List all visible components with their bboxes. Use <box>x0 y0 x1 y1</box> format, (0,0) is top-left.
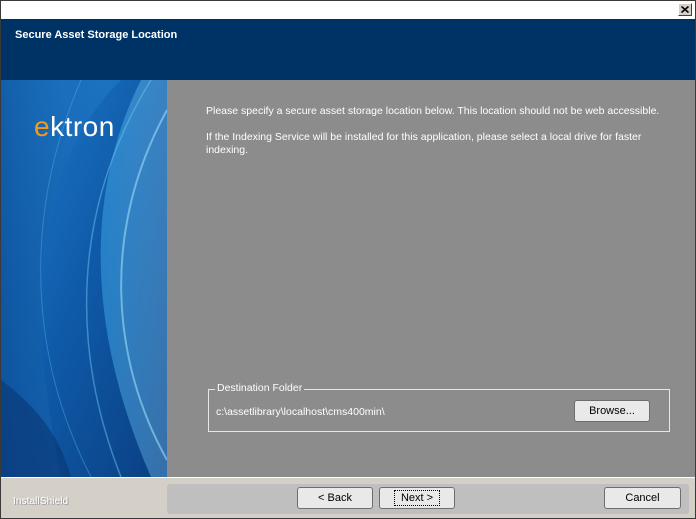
next-button-label: Next > <box>393 490 441 506</box>
destination-path: c:\assetlibrary\localhost\cms400min\ <box>216 406 385 418</box>
dialog-footer: InstallShield < Back Next > Cancel <box>1 477 695 518</box>
description-text-2: If the Indexing Service will be installe… <box>206 131 642 156</box>
next-button[interactable]: Next > <box>379 487 455 509</box>
back-button[interactable]: < Back <box>297 487 373 509</box>
close-button[interactable] <box>678 3 692 16</box>
side-banner: ektron <box>1 80 167 477</box>
cancel-button[interactable]: Cancel <box>604 487 681 509</box>
browse-button-label: Browse... <box>589 405 635 417</box>
back-button-label: < Back <box>318 492 352 504</box>
dialog-header: Secure Asset Storage Location <box>1 19 695 80</box>
browse-button[interactable]: Browse... <box>574 400 650 422</box>
installer-window: Secure Asset Storage Location ektron Ple… <box>0 0 696 519</box>
page-title: Secure Asset Storage Location <box>15 29 178 41</box>
ektron-logo: ektron <box>34 111 115 142</box>
banner-artwork: ektron <box>1 80 167 477</box>
cancel-button-label: Cancel <box>625 492 660 504</box>
destination-folder-label: Destination Folder <box>215 382 305 394</box>
installshield-brand: InstallShield <box>13 496 69 507</box>
description-text-1: Please specify a secure asset storage lo… <box>206 105 660 117</box>
close-icon <box>681 6 689 13</box>
content-panel: Please specify a secure asset storage lo… <box>167 80 695 477</box>
title-bar <box>1 1 695 19</box>
